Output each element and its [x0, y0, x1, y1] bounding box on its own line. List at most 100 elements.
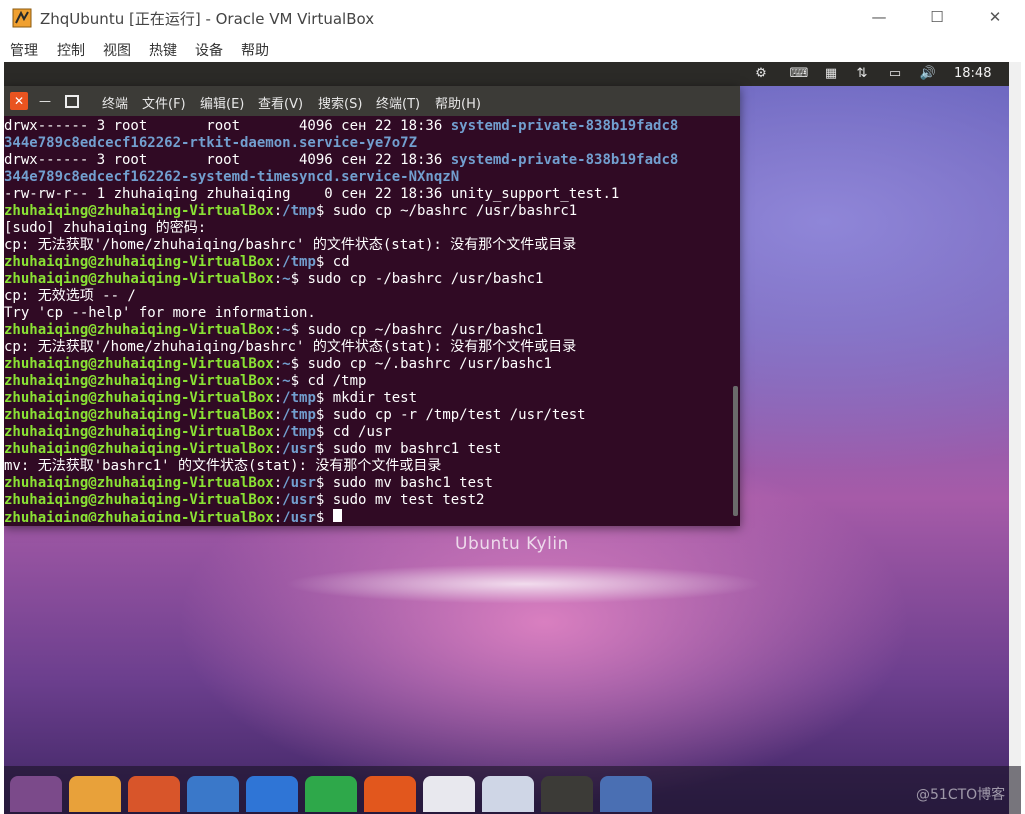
terminal-maximize-icon[interactable] — [62, 92, 80, 110]
directory-name: 344e789c8edcecf162262-systemd-timesyncd.… — [4, 169, 460, 185]
command-text: sudo mv test test2 — [324, 492, 485, 508]
terminal-line: zhuhaiqing@zhuhaiqing-VirtualBox:~$ sudo… — [4, 322, 732, 339]
firefox-icon[interactable] — [128, 776, 180, 812]
directory-name: 344e789c8edcecf162262-rtkit-daemon.servi… — [4, 135, 418, 151]
menu-control[interactable]: 控制 — [57, 40, 85, 60]
workspaces-icon[interactable] — [600, 776, 652, 812]
prompt-separator: : — [273, 441, 283, 457]
prompt-path: ~ — [282, 322, 291, 338]
output-text: -rw-rw-r-- 1 zhuhaiqing zhuhaiqing 0 сен… — [4, 186, 620, 202]
dash-home-icon[interactable] — [10, 776, 62, 812]
command-text: sudo cp ~/bashrc /usr/bashc1 — [299, 322, 544, 338]
output-text: cp: 无法获取'/home/zhuhaiqing/bashrc' 的文件状态(… — [4, 339, 577, 355]
virtualbox-icon — [12, 8, 32, 28]
terminal-line: zhuhaiqing@zhuhaiqing-VirtualBox:/usr$ s… — [4, 492, 732, 509]
prompt-user: zhuhaiqing@zhuhaiqing-VirtualBox — [4, 441, 274, 457]
prompt-separator: : — [273, 424, 283, 440]
system-monitor-icon[interactable] — [482, 776, 534, 812]
terminal-scrollbar[interactable] — [733, 386, 738, 516]
keyboard-icon[interactable]: ⌨ — [789, 65, 809, 83]
prompt-user: zhuhaiqing@zhuhaiqing-VirtualBox — [4, 271, 274, 287]
terminal-menu-edit[interactable]: 编辑(E) — [200, 93, 244, 112]
terminal-close-icon[interactable]: ✕ — [10, 92, 28, 110]
command-text: sudo cp -/bashrc /usr/bashc1 — [299, 271, 544, 287]
terminal-line: 344e789c8edcecf162262-rtkit-daemon.servi… — [4, 135, 732, 152]
prompt-user: zhuhaiqing@zhuhaiqing-VirtualBox — [4, 475, 274, 491]
prompt-path: /usr — [282, 510, 316, 522]
battery-icon[interactable]: ▭ — [885, 65, 905, 83]
prompt-path: /tmp — [282, 203, 316, 219]
terminal-minimize-icon[interactable]: — — [36, 92, 54, 110]
terminal-line: zhuhaiqing@zhuhaiqing-VirtualBox:/tmp$ s… — [4, 203, 732, 220]
directory-name: systemd-private-838b19fadc8 — [450, 152, 679, 168]
terminal-line: zhuhaiqing@zhuhaiqing-VirtualBox:~$ sudo… — [4, 271, 732, 288]
prompt-user: zhuhaiqing@zhuhaiqing-VirtualBox — [4, 356, 274, 372]
terminal-line: cp: 无效选项 -- / — [4, 288, 732, 305]
terminal-line: [sudo] zhuhaiqing 的密码: — [4, 220, 732, 237]
wps-presentation-icon[interactable] — [364, 776, 416, 812]
close-button[interactable]: ✕ — [972, 2, 1018, 34]
terminal-menu-help[interactable]: 帮助(H) — [435, 93, 481, 112]
terminal-icon[interactable] — [541, 776, 593, 812]
calendar-icon[interactable]: ▦ — [821, 65, 841, 83]
command-text — [324, 510, 332, 522]
terminal-app-menu[interactable]: 终端 — [102, 93, 128, 112]
title-bar: ZhqUbuntu [正在运行] - Oracle VM VirtualBox … — [0, 0, 1025, 36]
terminal-line: zhuhaiqing@zhuhaiqing-VirtualBox:/usr$ — [4, 509, 732, 522]
command-text: mkdir test — [324, 390, 418, 406]
launcher-dock — [4, 766, 1021, 814]
files-folder-icon[interactable] — [69, 776, 121, 812]
terminal-output[interactable]: drwx------ 3 root root 4096 сен 22 18:36… — [4, 118, 732, 522]
directory-name: systemd-private-838b19fadc8 — [450, 118, 679, 134]
command-text: cd /tmp — [299, 373, 367, 389]
settings-gear-icon[interactable]: ⚙ — [751, 65, 771, 83]
menu-hotkeys[interactable]: 热键 — [149, 40, 177, 60]
text-cursor — [332, 509, 342, 522]
prompt-path: ~ — [282, 373, 291, 389]
software-center-icon[interactable] — [423, 776, 475, 812]
terminal-line: zhuhaiqing@zhuhaiqing-VirtualBox:~$ cd /… — [4, 373, 732, 390]
menu-manage[interactable]: 管理 — [10, 40, 38, 60]
volume-icon[interactable]: 🔊 — [918, 65, 938, 83]
output-text: [sudo] zhuhaiqing 的密码: — [4, 220, 207, 236]
prompt-symbol: $ — [290, 322, 300, 338]
prompt-user: zhuhaiqing@zhuhaiqing-VirtualBox — [4, 390, 274, 406]
prompt-user: zhuhaiqing@zhuhaiqing-VirtualBox — [4, 407, 274, 423]
output-text: drwx------ 3 root root 4096 сен 22 18:36 — [4, 118, 451, 134]
terminal-line: mv: 无法获取'bashrc1' 的文件状态(stat): 没有那个文件或目录 — [4, 458, 732, 475]
clock[interactable]: 18:48 — [954, 66, 991, 81]
right-edge — [1009, 62, 1021, 814]
terminal-window[interactable]: ✕ — 终端 文件(F) 编辑(E) 查看(V) 搜索(S) 终端(T) 帮助(… — [4, 86, 740, 526]
prompt-separator: : — [273, 492, 283, 508]
guest-screen[interactable]: ⚙ ⌨ ▦ ⇅ ▭ 🔊 18:48 Ubuntu Kylin ✕ — 终端 文件… — [4, 62, 1021, 814]
prompt-user: zhuhaiqing@zhuhaiqing-VirtualBox — [4, 492, 274, 508]
wps-writer-icon[interactable] — [246, 776, 298, 812]
menu-devices[interactable]: 设备 — [195, 40, 223, 60]
command-text: sudo cp -r /tmp/test /usr/test — [324, 407, 586, 423]
menu-help[interactable]: 帮助 — [241, 40, 269, 60]
maximize-button[interactable]: ☐ — [914, 2, 960, 34]
terminal-menu-terminal[interactable]: 终端(T) — [376, 93, 420, 112]
terminal-menu-file[interactable]: 文件(F) — [142, 93, 186, 112]
menu-view[interactable]: 视图 — [103, 40, 131, 60]
prompt-symbol: $ — [290, 271, 300, 287]
output-text: cp: 无效选项 -- / — [4, 288, 136, 304]
minimize-button[interactable]: — — [856, 2, 902, 34]
terminal-menu-search[interactable]: 搜索(S) — [318, 93, 362, 112]
prompt-path: /tmp — [282, 424, 316, 440]
command-text: sudo mv bashrc1 test — [324, 441, 502, 457]
prompt-separator: : — [273, 203, 283, 219]
terminal-line: 344e789c8edcecf162262-systemd-timesyncd.… — [4, 169, 732, 186]
terminal-menu-view[interactable]: 查看(V) — [258, 93, 303, 112]
terminal-line: drwx------ 3 root root 4096 сен 22 18:36… — [4, 118, 732, 135]
output-text: mv: 无法获取'bashrc1' 的文件状态(stat): 没有那个文件或目录 — [4, 458, 442, 474]
prompt-separator: : — [273, 356, 283, 372]
prompt-symbol: $ — [290, 356, 300, 372]
wps-spreadsheet-icon[interactable] — [305, 776, 357, 812]
network-updown-icon[interactable]: ⇅ — [852, 65, 872, 83]
terminal-line: zhuhaiqing@zhuhaiqing-VirtualBox:~$ sudo… — [4, 356, 732, 373]
terminal-line: zhuhaiqing@zhuhaiqing-VirtualBox:/tmp$ c… — [4, 254, 732, 271]
output-text: cp: 无法获取'/home/zhuhaiqing/bashrc' 的文件状态(… — [4, 237, 577, 253]
terminal-line: zhuhaiqing@zhuhaiqing-VirtualBox:/tmp$ c… — [4, 424, 732, 441]
search-settings-icon[interactable] — [187, 776, 239, 812]
